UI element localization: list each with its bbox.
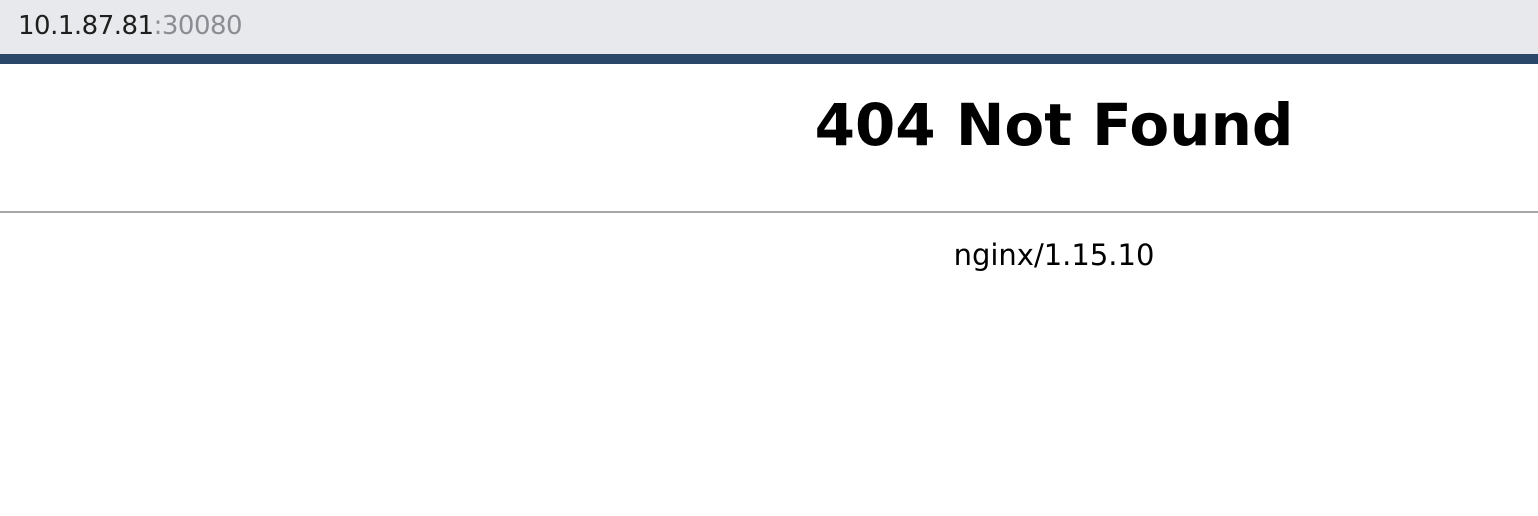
address-host: 10.1.87.81 bbox=[18, 11, 154, 41]
page-content: 404 Not Found nginx/1.15.10 bbox=[0, 64, 1538, 516]
divider bbox=[0, 211, 1538, 213]
browser-accent-bar bbox=[0, 54, 1538, 64]
address-url[interactable]: 10.1.87.81:30080 bbox=[18, 9, 243, 43]
page-title: 404 Not Found bbox=[814, 91, 1294, 159]
browser-address-bar[interactable]: 10.1.87.81:30080 bbox=[0, 0, 1538, 54]
server-signature: nginx/1.15.10 bbox=[953, 238, 1155, 272]
address-port: :30080 bbox=[153, 11, 243, 41]
